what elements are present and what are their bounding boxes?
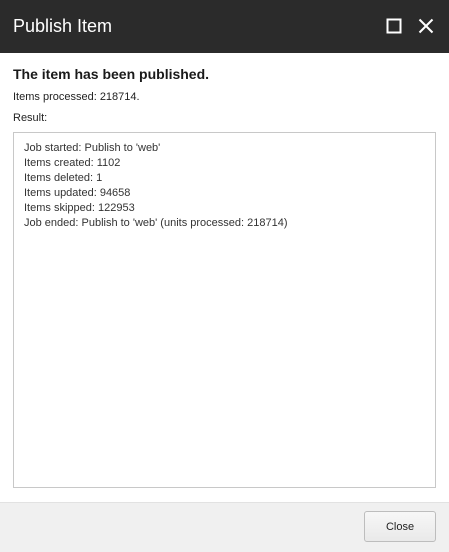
dialog-body: The item has been published. Items proce…: [0, 53, 449, 502]
result-label: Result:: [13, 112, 48, 124]
dialog-footer: Close: [0, 502, 449, 552]
close-window-button[interactable]: [412, 12, 440, 40]
result-line: Job started: Publish to 'web': [24, 142, 161, 154]
result-line: Job ended: Publish to 'web' (units proce…: [24, 217, 288, 229]
maximize-icon: [386, 18, 402, 34]
close-button[interactable]: Close: [364, 511, 436, 542]
result-line: Items deleted: 1: [24, 172, 103, 184]
items-processed-text: Items processed: 218714.: [13, 91, 140, 103]
publish-item-dialog: Publish Item The item has been published…: [0, 0, 449, 552]
close-icon: [418, 18, 434, 34]
status-heading: The item has been published.: [13, 66, 210, 82]
title-bar: Publish Item: [0, 0, 449, 53]
result-log[interactable]: Job started: Publish to 'web' Items crea…: [13, 132, 436, 488]
result-line: Items skipped: 122953: [24, 202, 135, 214]
result-line: Items created: 1102: [24, 157, 121, 169]
result-line: Items updated: 94658: [24, 187, 131, 199]
dialog-title: Publish Item: [13, 16, 113, 36]
maximize-button[interactable]: [380, 12, 408, 40]
